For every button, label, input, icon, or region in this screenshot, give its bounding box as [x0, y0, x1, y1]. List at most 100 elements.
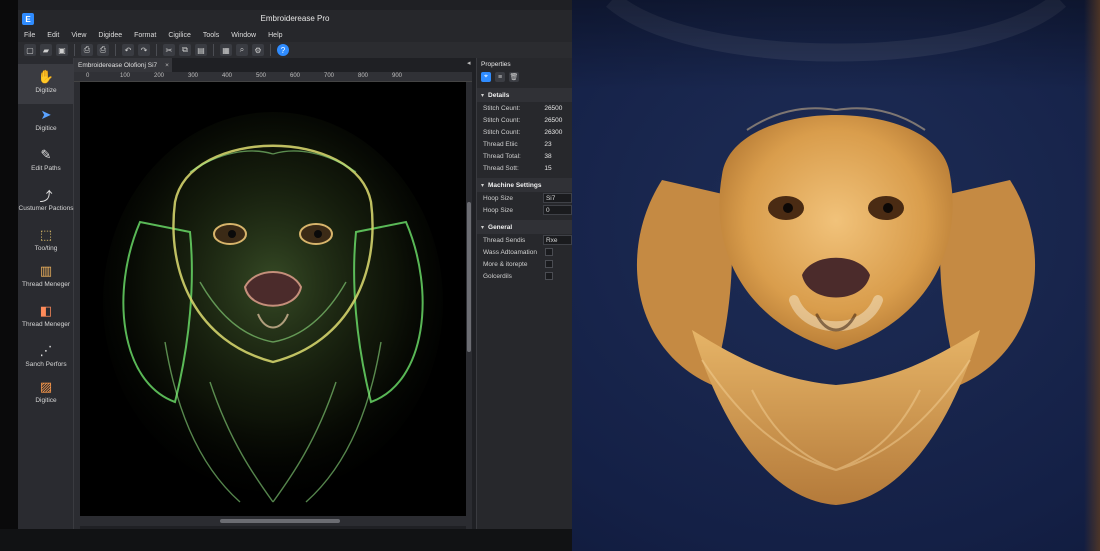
close-tab-icon[interactable]: × — [162, 62, 172, 69]
tool-label: Custumer Pactions — [18, 205, 74, 212]
design-canvas[interactable] — [80, 82, 466, 526]
tool-thread-manager[interactable]: ▥ Thread Meneger — [18, 258, 74, 298]
property-value: 23 — [544, 140, 552, 148]
settings-icon[interactable]: ⚙ — [252, 44, 264, 56]
stitch-icon: ⋰ — [39, 343, 53, 358]
help-icon[interactable]: ? — [277, 44, 289, 56]
property-input[interactable]: 0 — [542, 205, 572, 215]
menu-digidee[interactable]: Digidee — [98, 32, 122, 39]
section-machine-settings[interactable]: ▾ Machine Settings — [477, 178, 572, 192]
menu-format[interactable]: Format — [134, 32, 156, 39]
tool-label: Sanch Perfors — [25, 361, 67, 368]
collapse-panel-icon[interactable]: ◂ — [467, 59, 471, 67]
property-value: 26500 — [544, 104, 563, 112]
pen-edit-icon: ✎ — [40, 147, 52, 162]
checkbox[interactable] — [545, 260, 553, 268]
collapse-triangle-icon: ▾ — [481, 182, 485, 189]
details-rows: Stitch Ceunt: 26500 Stitch Count: 26500 Stit… — [477, 102, 572, 174]
menu-bar: File Edit View Digidee Format Cigilice Tools Wi… — [18, 28, 572, 42]
section-general[interactable]: ▾ General — [477, 220, 572, 234]
toolbar-separator — [74, 44, 75, 56]
grid-icon[interactable]: ▦ — [220, 44, 232, 56]
cursor-arrow-icon: ➤ — [40, 107, 52, 122]
zoom-icon[interactable]: ⌕ — [236, 44, 248, 56]
ruler-tick-label: 400 — [222, 73, 233, 79]
property-label: Hoop Size — [483, 194, 513, 202]
menu-window[interactable]: Window — [231, 32, 256, 39]
tool-edit-paths[interactable]: ✎ Edit Paths — [18, 142, 74, 182]
property-row: Hoop Size Si7 — [477, 192, 572, 204]
tool-digitize-2[interactable]: ▨ Digitice — [18, 374, 74, 414]
menu-cigilice[interactable]: Cigilice — [168, 32, 191, 39]
cut-icon[interactable]: ✂ — [163, 44, 175, 56]
menu-view[interactable]: View — [71, 32, 86, 39]
tool-thread-manager-2[interactable]: ◧ Thread Meneger — [18, 298, 74, 338]
print-icon[interactable]: ⎙ — [81, 44, 93, 56]
canvas-horizontal-scrollbar[interactable] — [80, 516, 466, 526]
tool-digitize-select[interactable]: ➤ Digitice — [18, 102, 74, 142]
machine-settings-title: Machine Settings — [488, 181, 542, 189]
toolbar-separator — [270, 44, 271, 56]
menu-edit[interactable]: Edit — [47, 32, 59, 39]
embroidery-software-screen: E Embroiderease Pro File Edit View Digidee F… — [0, 0, 572, 551]
property-row: Stitch Count: 26300 — [477, 126, 572, 138]
redo-icon[interactable]: ↷ — [138, 44, 150, 56]
hoodie-hood-shadow — [572, 0, 1100, 90]
properties-icons: ⌖ ≡ 🗑 — [477, 70, 572, 84]
title-bar: E Embroiderease Pro — [18, 10, 572, 28]
new-file-icon[interactable]: ▢ — [24, 44, 36, 56]
property-value: 38 — [544, 152, 552, 160]
undo-icon[interactable]: ↶ — [122, 44, 134, 56]
tool-custom-paths[interactable]: ⤴ Custumer Pactions — [18, 182, 74, 222]
checkbox[interactable] — [545, 248, 553, 256]
tool-label: Thread Meneger — [21, 281, 71, 288]
properties-panel: Properties ⌖ ≡ 🗑 ▾ Details Stitch Ceunt:… — [476, 58, 572, 529]
toolbar-separator — [115, 44, 116, 56]
tool-stitch-perform[interactable]: ⋰ Sanch Perfors — [18, 338, 74, 378]
hand-icon: ✋ — [37, 69, 55, 84]
toolbar-separator — [156, 44, 157, 56]
tool-digitize[interactable]: ✋ Digitize — [18, 64, 74, 104]
ruler-tick-label: 0 — [86, 73, 90, 79]
vertical-scroll-thumb[interactable] — [467, 202, 471, 352]
collapse-triangle-icon: ▾ — [481, 224, 485, 231]
horizontal-scroll-thumb[interactable] — [220, 519, 340, 523]
ruler-tick-label: 600 — [290, 73, 301, 79]
background-wall — [1084, 0, 1100, 551]
menu-file[interactable]: File — [24, 32, 35, 39]
thread-sendis-select[interactable]: Rxe — [542, 235, 572, 245]
canvas-vertical-scrollbar[interactable] — [466, 82, 472, 529]
properties-list-icon[interactable]: ≡ — [495, 72, 505, 82]
ruler-tick-label: 700 — [324, 73, 335, 79]
section-details[interactable]: ▾ Details — [477, 88, 572, 102]
menu-tools[interactable]: Tools — [203, 32, 219, 39]
paste-icon[interactable]: ▤ — [195, 44, 207, 56]
property-label: Hoop Size — [483, 206, 513, 214]
tool-tracking[interactable]: ⬚ Too/ting — [18, 222, 74, 262]
laptop-bezel-bottom — [0, 529, 572, 551]
path-nodes-icon: ⤴ — [39, 188, 53, 204]
tool-label: Digitice — [35, 397, 57, 404]
copy-icon[interactable]: ⧉ — [179, 44, 191, 56]
toolbar-separator — [213, 44, 214, 56]
checkbox[interactable] — [545, 272, 553, 280]
property-label: Stitch Count: — [483, 116, 521, 124]
property-row: Stitch Count: 26500 — [477, 114, 572, 126]
menu-help[interactable]: Help — [268, 32, 282, 39]
ruler-tick-label: 900 — [392, 73, 403, 79]
open-folder-icon[interactable]: ▰ — [40, 44, 52, 56]
property-input[interactable]: Si7 — [542, 193, 572, 203]
properties-pin-icon[interactable]: ⌖ — [481, 72, 491, 82]
document-tab[interactable]: Embroiderease Olofionj Si7 × — [74, 58, 172, 72]
tool-label: Digitice — [35, 125, 57, 132]
thread-sendis-row: Thread Sendis Rxe — [477, 234, 572, 246]
print-preview-icon[interactable]: ⎙ — [97, 44, 109, 56]
property-label: Thread Sott: — [483, 164, 519, 172]
save-icon[interactable]: ▣ — [56, 44, 68, 56]
property-label: Thread Etiic — [483, 140, 518, 148]
properties-trash-icon[interactable]: 🗑 — [509, 72, 519, 82]
ruler-tick-label: 200 — [154, 73, 165, 79]
tool-label: Edit Paths — [31, 165, 61, 172]
details-title: Details — [488, 91, 510, 99]
checkbox-label: More & itorepte — [483, 260, 528, 268]
